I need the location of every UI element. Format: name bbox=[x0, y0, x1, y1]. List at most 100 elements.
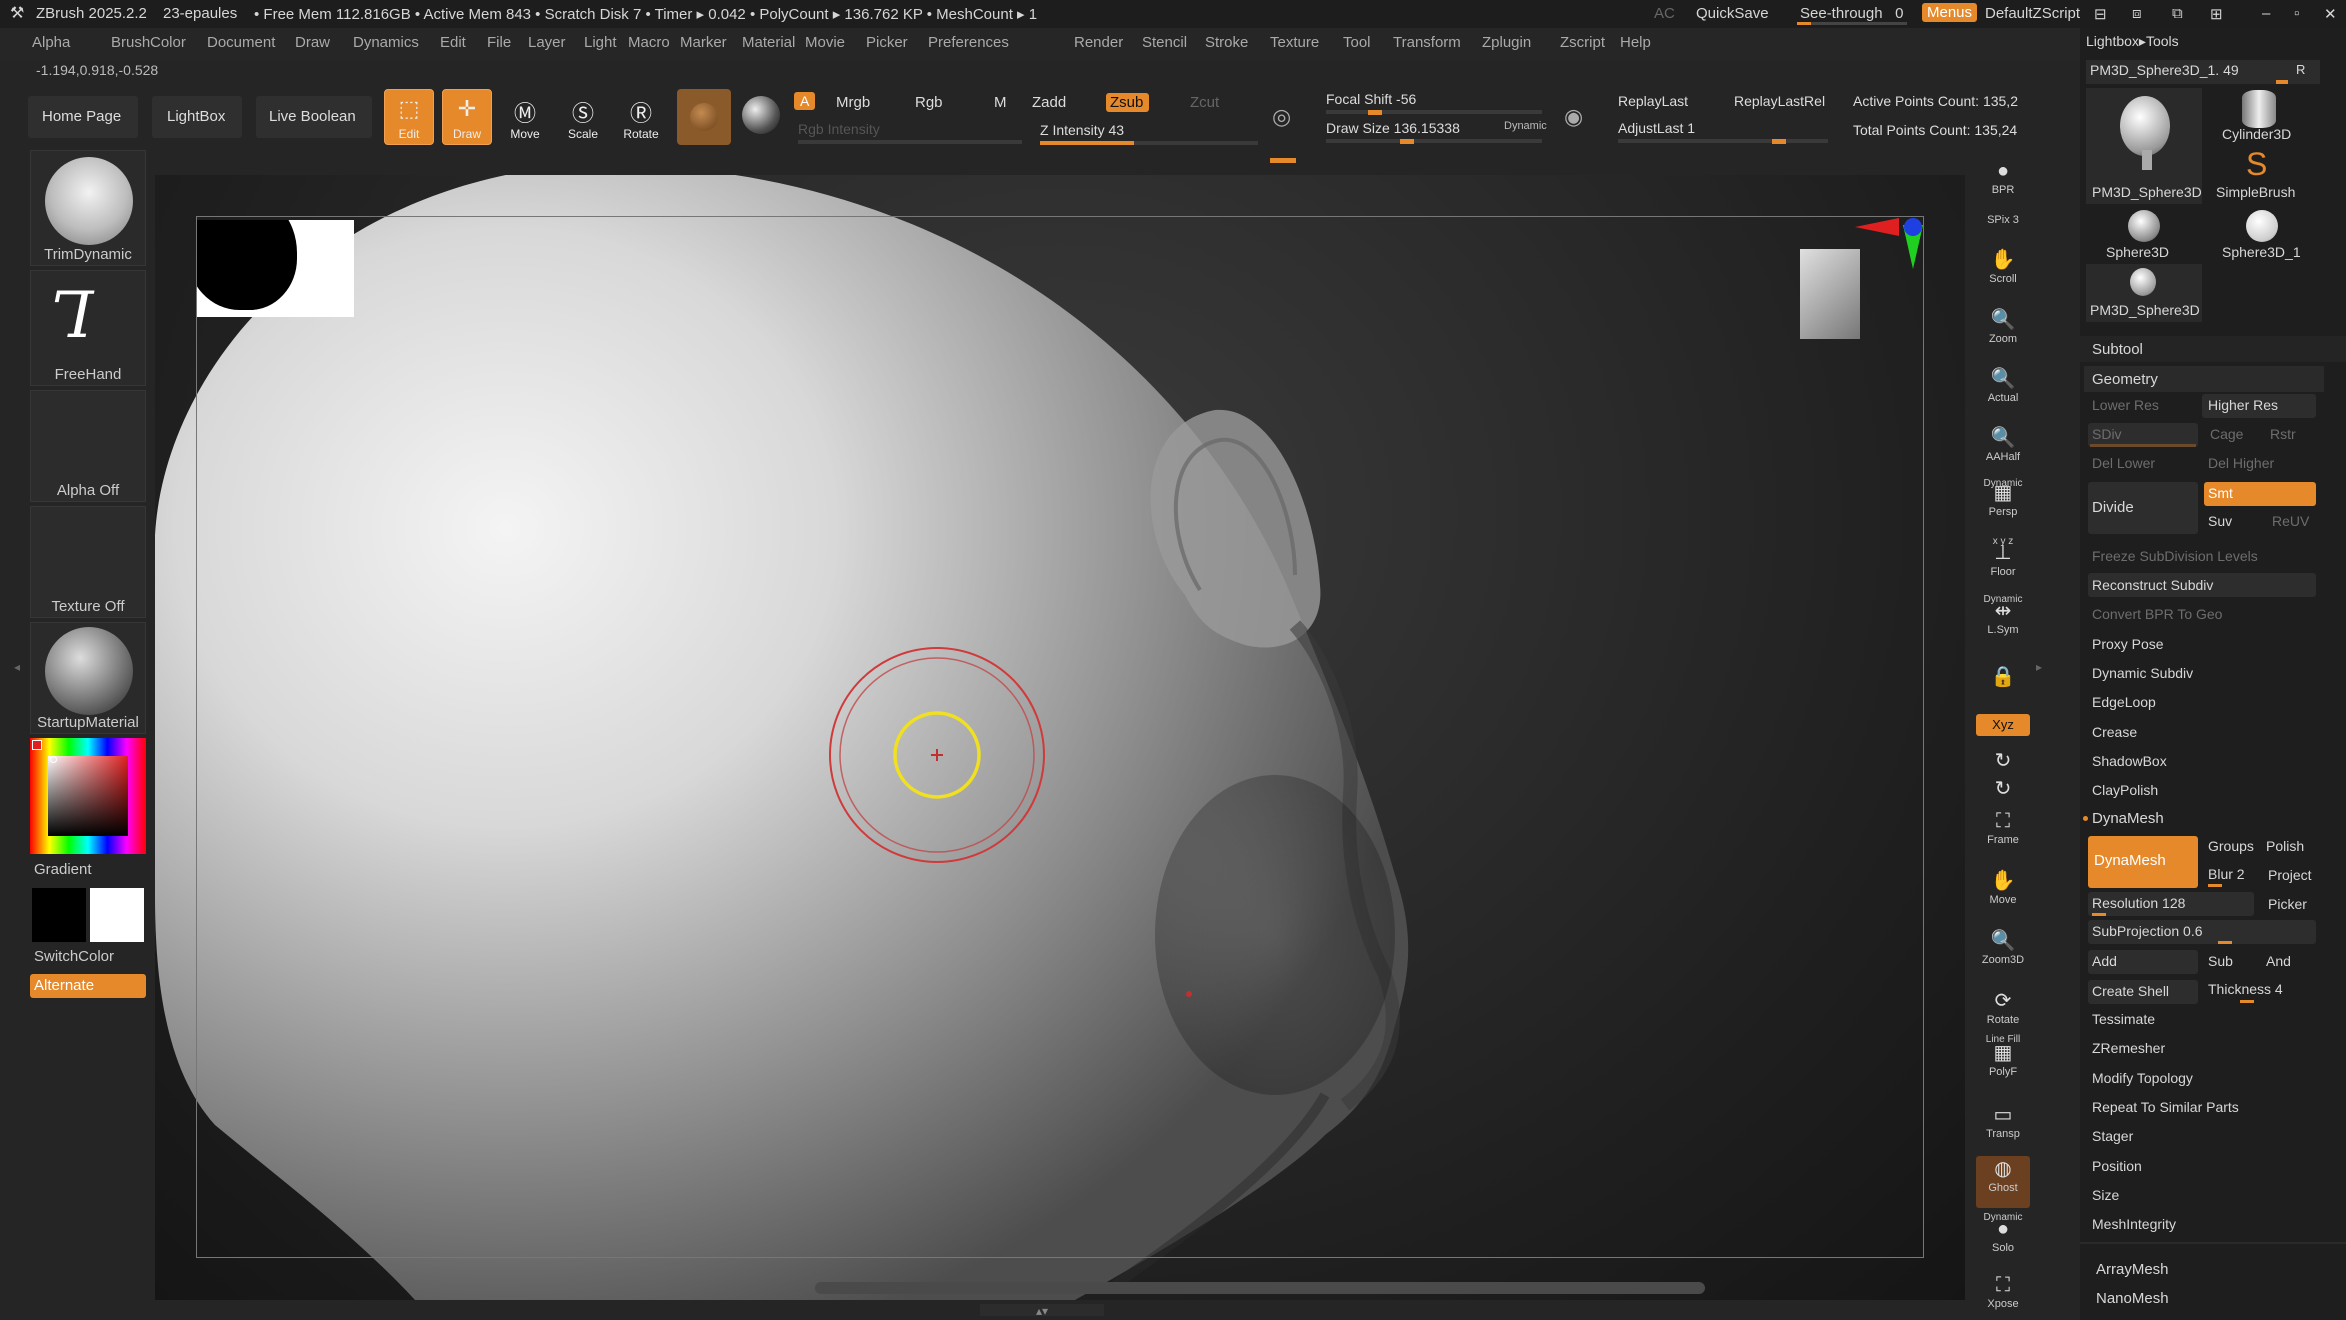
smt-toggle[interactable]: Smt bbox=[2204, 482, 2316, 506]
shelf-aahalf[interactable]: 🔍 AAHalf bbox=[1976, 425, 2030, 477]
tool-r-button[interactable]: R bbox=[2296, 62, 2305, 77]
close-icon[interactable]: ✕ bbox=[2324, 5, 2337, 23]
geo-tessimate[interactable]: Tessimate bbox=[2092, 1011, 2155, 1027]
menu-brush[interactable]: Brush bbox=[111, 34, 150, 51]
current-tool-slider[interactable]: PM3D_Sphere3D_1. 49 bbox=[2086, 60, 2320, 84]
home-page-button[interactable]: Home Page bbox=[28, 96, 138, 138]
menu-movie[interactable]: Movie bbox=[805, 34, 845, 51]
shelf-xyz[interactable]: Xyz bbox=[1976, 714, 2030, 736]
geo-repeat-to-similar-parts[interactable]: Repeat To Similar Parts bbox=[2092, 1099, 2239, 1115]
ui-toggle-icon[interactable]: ⧈ bbox=[2132, 5, 2142, 22]
create-shell-button[interactable]: Create Shell bbox=[2088, 980, 2198, 1004]
geo-position[interactable]: Position bbox=[2092, 1158, 2142, 1174]
see-through-slider[interactable]: See-through 0 bbox=[1800, 5, 1903, 22]
geo-shadowbox[interactable]: ShadowBox bbox=[2088, 749, 2316, 773]
replay-icon[interactable]: ◉ bbox=[1564, 104, 1600, 134]
brush-preview-button[interactable] bbox=[677, 89, 731, 145]
shelf-zoom[interactable]: 🔍 Zoom bbox=[1976, 307, 2030, 359]
geo-convert-bpr-to-geo[interactable]: Convert BPR To Geo bbox=[2088, 602, 2316, 626]
minimize-icon[interactable]: – bbox=[2262, 5, 2270, 22]
menu-tool[interactable]: Tool bbox=[1343, 34, 1371, 51]
texture-slot[interactable]: Texture Off bbox=[30, 506, 146, 618]
sub-button[interactable]: Sub bbox=[2208, 953, 2233, 969]
shelf-solo[interactable]: ● Solo bbox=[1976, 1216, 2030, 1268]
viewport-scrollbar[interactable] bbox=[815, 1282, 1705, 1294]
and-button[interactable]: And bbox=[2266, 953, 2291, 969]
menu-color[interactable]: Color bbox=[150, 34, 186, 51]
secondary-color-swatch[interactable] bbox=[90, 888, 144, 942]
alpha-slot[interactable]: Alpha Off bbox=[30, 390, 146, 502]
divide-button[interactable]: Divide bbox=[2088, 482, 2198, 534]
bottom-tray-handle-icon[interactable]: ▴▾ bbox=[980, 1304, 1104, 1318]
material-slot[interactable]: StartupMaterial bbox=[30, 622, 146, 734]
lightbox-button[interactable]: LightBox bbox=[152, 96, 242, 138]
section-arraymesh[interactable]: ArrayMesh bbox=[2096, 1261, 2169, 1278]
tool-thumb-pm3d-sphere-2[interactable]: PM3D_Sphere3D bbox=[2086, 264, 2202, 322]
material-sphere-icon[interactable] bbox=[742, 96, 780, 134]
del-higher-button[interactable]: Del Higher bbox=[2208, 455, 2274, 471]
a-toggle[interactable]: A bbox=[794, 92, 816, 110]
lower-res-button[interactable]: Lower Res bbox=[2092, 397, 2159, 413]
mrgb-button[interactable]: Mrgb bbox=[836, 94, 870, 111]
rotate-button[interactable]: Ⓡ Rotate bbox=[616, 89, 666, 145]
menu-marker[interactable]: Marker bbox=[680, 34, 727, 51]
section-nanomesh[interactable]: NanoMesh bbox=[2096, 1290, 2169, 1307]
menu-document[interactable]: Document bbox=[207, 34, 275, 51]
tool-thumb-sphere3d-1[interactable]: Sphere3D_1 bbox=[2204, 206, 2320, 262]
geo-freeze-subdivision-levels[interactable]: Freeze SubDivision Levels bbox=[2088, 544, 2316, 568]
groups-button[interactable]: Groups bbox=[2208, 838, 2254, 854]
menu-alpha[interactable]: Alpha bbox=[32, 34, 70, 51]
higher-res-button[interactable]: Higher Res bbox=[2202, 394, 2316, 418]
dynamic-size-toggle[interactable]: Dynamic bbox=[1504, 120, 1547, 132]
menu-layer[interactable]: Layer bbox=[528, 34, 566, 51]
shelf-move[interactable]: ✋ Move bbox=[1976, 868, 2030, 920]
reuv-button[interactable]: ReUV bbox=[2272, 513, 2309, 529]
zsub-button[interactable]: Zsub bbox=[1106, 93, 1150, 112]
help-icon[interactable]: ⊞ bbox=[2210, 5, 2223, 23]
replay-last-rel-button[interactable]: ReplayLastRel bbox=[1734, 93, 1825, 109]
brush-trimdynamic[interactable]: TrimDynamic bbox=[30, 150, 146, 266]
window-icon[interactable]: ⧉ bbox=[2172, 5, 2183, 22]
shelf-scroll[interactable]: ✋ Scroll bbox=[1976, 247, 2030, 299]
tool-thumb-sphere3d[interactable]: Sphere3D bbox=[2086, 206, 2202, 262]
menu-picker[interactable]: Picker bbox=[866, 34, 908, 51]
menu-preferences[interactable]: Preferences bbox=[928, 34, 1009, 51]
geo-stager[interactable]: Stager bbox=[2092, 1128, 2133, 1144]
lightbox-tools-link[interactable]: Lightbox▸Tools bbox=[2086, 33, 2179, 50]
focal-shift-icon[interactable]: ◎ bbox=[1272, 104, 1308, 134]
cage-button[interactable]: Cage bbox=[2210, 426, 2243, 442]
menu-stroke[interactable]: Stroke bbox=[1205, 34, 1248, 51]
del-lower-button[interactable]: Del Lower bbox=[2092, 455, 2155, 471]
menu-stencil[interactable]: Stencil bbox=[1142, 34, 1187, 51]
thickness-slider[interactable]: Thickness 4 bbox=[2204, 980, 2316, 1004]
menu-dynamics[interactable]: Dynamics bbox=[353, 34, 419, 51]
geo-edgeloop[interactable]: EdgeLoop bbox=[2088, 690, 2316, 714]
edit-button[interactable]: ⬚ Edit bbox=[384, 89, 434, 145]
menu-edit[interactable]: Edit bbox=[440, 34, 466, 51]
color-picker[interactable] bbox=[30, 738, 146, 854]
suv-button[interactable]: Suv bbox=[2208, 513, 2232, 529]
stroke-freehand[interactable]: Ꞁ FreeHand bbox=[30, 270, 146, 386]
menu-transform[interactable]: Transform bbox=[1393, 34, 1461, 51]
shelf-transp[interactable]: ▭ Transp bbox=[1976, 1102, 2030, 1154]
geometry-section[interactable]: Geometry bbox=[2084, 366, 2324, 392]
geo-crease[interactable]: Crease bbox=[2088, 720, 2316, 744]
shelf-frame[interactable]: ⛶ Frame bbox=[1976, 808, 2030, 860]
menu-render[interactable]: Render bbox=[1074, 34, 1123, 51]
zadd-button[interactable]: Zadd bbox=[1032, 94, 1066, 111]
shelf-floor[interactable]: ⊥ Floor bbox=[1976, 540, 2030, 592]
picker-button[interactable]: Picker bbox=[2268, 896, 2307, 912]
rgb-button[interactable]: Rgb bbox=[915, 94, 943, 111]
tool-thumb-cylinder[interactable]: Cylinder3D bbox=[2204, 88, 2320, 144]
tool-thumb-pm3d-sphere[interactable]: PM3D_Sphere3D bbox=[2086, 88, 2202, 204]
menu-zplugin[interactable]: Zplugin bbox=[1482, 34, 1531, 51]
menu-material[interactable]: Material bbox=[742, 34, 795, 51]
geo-zremesher[interactable]: ZRemesher bbox=[2092, 1040, 2165, 1056]
zcut-button[interactable]: Zcut bbox=[1190, 94, 1219, 111]
geo-dynamic-subdiv[interactable]: Dynamic Subdiv bbox=[2088, 661, 2316, 685]
shelf-polyf[interactable]: ▦ PolyF bbox=[1976, 1040, 2030, 1092]
right-tray-handle-icon[interactable]: ▸ bbox=[2036, 660, 2046, 690]
alternate-button[interactable]: Alternate bbox=[30, 974, 146, 998]
gradient-label[interactable]: Gradient bbox=[34, 861, 92, 878]
menu-draw[interactable]: Draw bbox=[295, 34, 330, 51]
